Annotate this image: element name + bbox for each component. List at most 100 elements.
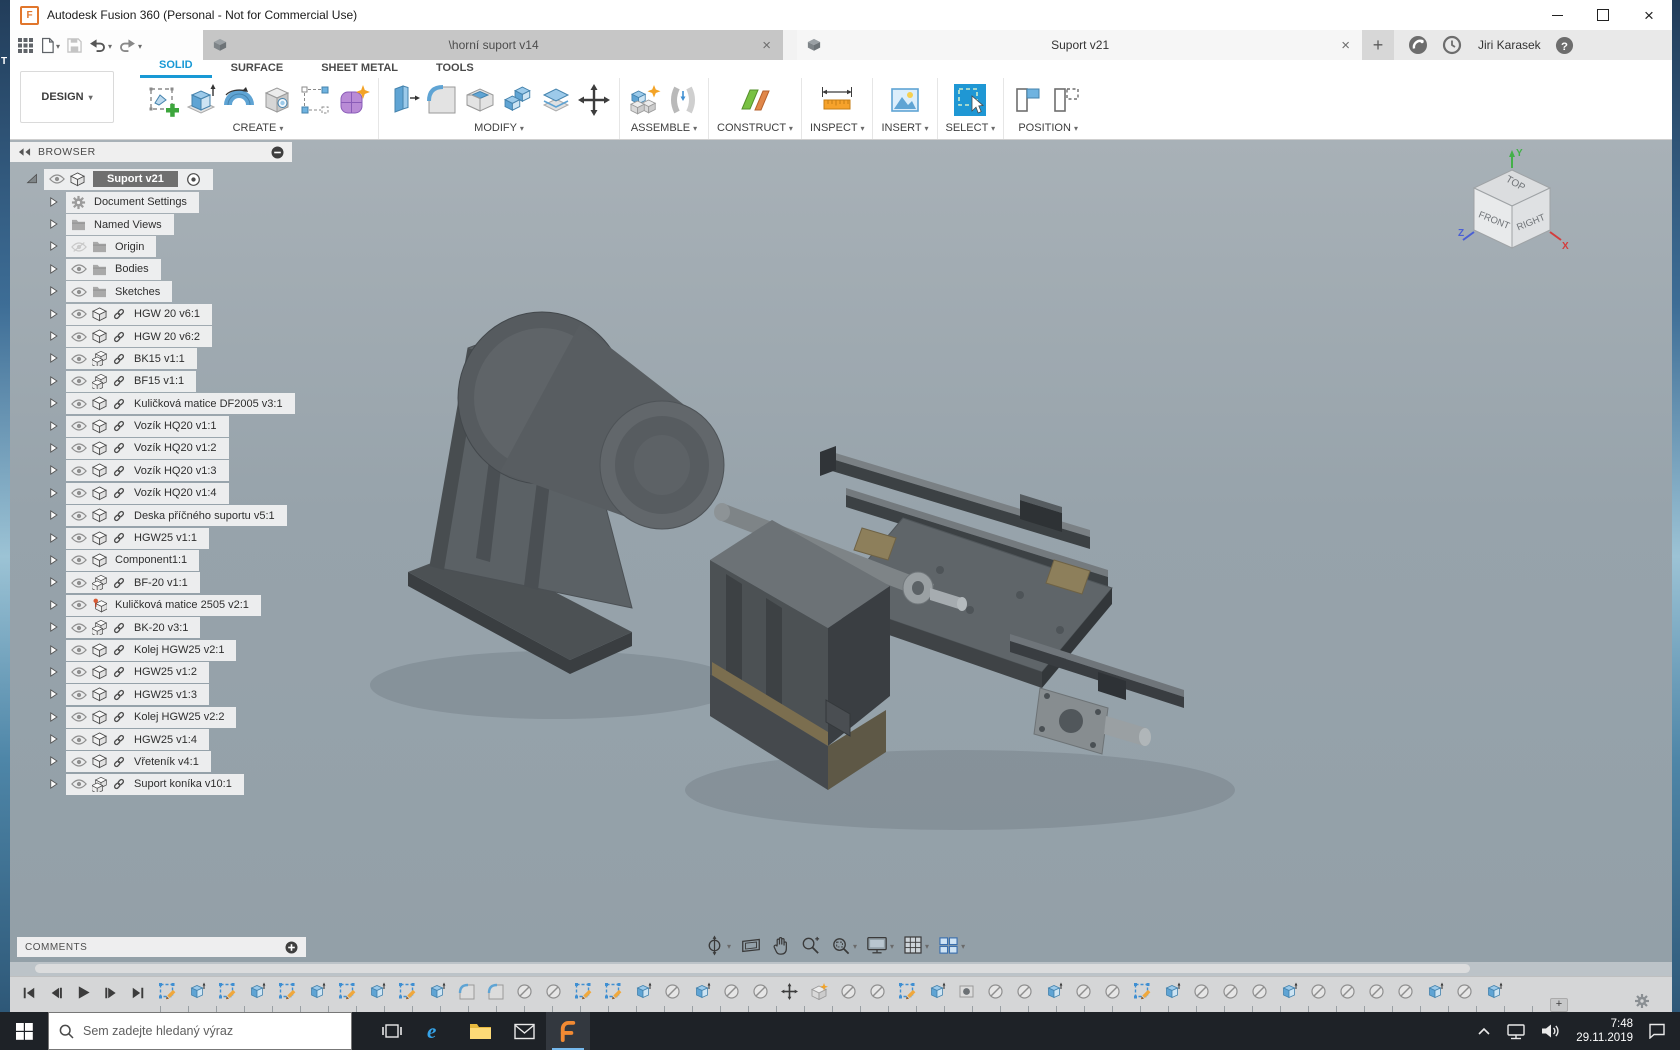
browser-item[interactable]: Sketches <box>10 281 292 303</box>
visibility-eye-icon[interactable] <box>71 442 87 454</box>
browser-item-label[interactable]: Kuličková matice DF2005 v3:1 <box>131 398 283 410</box>
timeline-joint-feature-icon[interactable] <box>840 983 857 1000</box>
expand-triangle-icon[interactable] <box>48 509 61 522</box>
expand-triangle-icon[interactable] <box>48 240 61 253</box>
timeline-sketch-feature-icon[interactable] <box>898 982 916 1000</box>
view-cube[interactable]: TOP FRONT RIGHT Y Z X <box>1457 144 1572 264</box>
edge-taskbar-button[interactable]: e <box>414 1012 458 1050</box>
r-measure-icon[interactable] <box>820 83 854 117</box>
browser-item[interactable]: Vozík HQ20 v1:4 <box>10 482 292 504</box>
timeline-joint-feature-icon[interactable] <box>1104 983 1121 1000</box>
grid-display-tool[interactable] <box>903 935 929 955</box>
expand-triangle-icon[interactable] <box>48 532 61 545</box>
timeline-extrude-feature-icon[interactable] <box>1163 982 1181 1000</box>
browser-item[interactable]: Origin <box>10 236 292 258</box>
expand-triangle-icon[interactable] <box>48 487 61 500</box>
lookat-tool[interactable] <box>740 935 762 955</box>
timeline-joint-feature-icon[interactable] <box>1310 983 1327 1000</box>
expand-triangle-icon[interactable] <box>48 733 61 746</box>
file-explorer-taskbar-button[interactable] <box>458 1012 502 1050</box>
timeline-sketch-feature-icon[interactable] <box>158 982 176 1000</box>
browser-item[interactable]: BK-20 v3:1 <box>10 616 292 638</box>
browser-item[interactable]: HGW 20 v6:1 <box>10 303 292 325</box>
timeline-extrude-feature-icon[interactable] <box>1485 982 1503 1000</box>
history-clock-icon[interactable] <box>1442 35 1462 55</box>
r-pattern-icon[interactable] <box>298 83 332 117</box>
expand-triangle-icon[interactable] <box>48 621 61 634</box>
ribbon-tab-surface[interactable]: SURFACE <box>212 62 303 78</box>
visibility-eye-icon[interactable] <box>71 644 87 656</box>
browser-item[interactable]: Bodies <box>10 258 292 280</box>
expand-triangle-icon[interactable] <box>48 330 61 343</box>
start-button[interactable] <box>0 1012 48 1050</box>
comments-bar[interactable]: COMMENTS <box>17 937 306 957</box>
collapse-panel-icon[interactable] <box>18 147 31 157</box>
expand-triangle-icon[interactable] <box>48 218 61 231</box>
browser-item-label[interactable]: Vozík HQ20 v1:2 <box>131 442 217 454</box>
browser-item[interactable]: Deska příčného suportu v5:1 <box>10 504 292 526</box>
timeline-sketch-feature-icon[interactable] <box>604 982 622 1000</box>
r-extrude-icon[interactable] <box>184 83 218 117</box>
zoom-tool[interactable] <box>800 935 821 956</box>
ribbon-group-label[interactable]: INSPECT <box>810 122 865 134</box>
expand-triangle-icon[interactable] <box>48 576 61 589</box>
browser-item[interactable]: Vřeteník v4:1 <box>10 751 292 773</box>
browser-item[interactable]: Vozík HQ20 v1:3 <box>10 460 292 482</box>
visibility-eye-icon[interactable] <box>71 666 87 678</box>
action-center-icon[interactable] <box>1648 1023 1666 1039</box>
network-icon[interactable] <box>1506 1023 1526 1040</box>
browser-item[interactable]: BK15 v1:1 <box>10 348 292 370</box>
r-joint-icon[interactable] <box>666 83 700 117</box>
timeline-zoom-plus-button[interactable]: + <box>1550 998 1568 1012</box>
timeline-joint-feature-icon[interactable] <box>752 983 769 1000</box>
document-tab-horni-suport[interactable]: \horní suport v14 × <box>203 30 783 60</box>
activate-component-radio[interactable] <box>186 172 201 187</box>
workspace-selector-design[interactable]: DESIGN <box>20 71 114 123</box>
ribbon-tab-solid[interactable]: SOLID <box>140 59 212 78</box>
ribbon-group-label[interactable]: SELECT <box>946 122 996 134</box>
browser-item[interactable]: Document Settings <box>10 191 292 213</box>
timeline-extrude-feature-icon[interactable] <box>1280 982 1298 1000</box>
timeline-joint-feature-icon[interactable] <box>545 983 562 1000</box>
timeline-joint-feature-icon[interactable] <box>1368 983 1385 1000</box>
browser-item-label[interactable]: HGW25 v1:4 <box>131 734 197 746</box>
visibility-eye-icon[interactable] <box>71 263 87 275</box>
ribbon-tab-tools[interactable]: TOOLS <box>417 62 493 78</box>
browser-item[interactable]: Vozík HQ20 v1:2 <box>10 437 292 459</box>
browser-item-label[interactable]: BK-20 v3:1 <box>131 622 188 634</box>
browser-item[interactable]: Vozík HQ20 v1:1 <box>10 415 292 437</box>
expand-triangle-icon[interactable] <box>48 263 61 276</box>
visibility-eye-icon[interactable] <box>71 510 87 522</box>
task-view-button[interactable] <box>370 1012 414 1050</box>
timeline-fillet-feature-icon[interactable] <box>458 983 475 1000</box>
r-hole-icon[interactable] <box>260 83 294 117</box>
browser-item-label[interactable]: Vozík HQ20 v1:3 <box>131 465 217 477</box>
browser-item[interactable]: BF-20 v1:1 <box>10 572 292 594</box>
browser-item-label[interactable]: BF-20 v1:1 <box>131 577 188 589</box>
orbit-tool[interactable] <box>704 935 731 956</box>
browser-item[interactable]: Kuličková matice DF2005 v3:1 <box>10 393 292 415</box>
browser-item-label[interactable]: HGW 20 v6:1 <box>131 308 200 320</box>
r-plane-icon[interactable] <box>738 83 772 117</box>
timeline-extrude-feature-icon[interactable] <box>248 982 266 1000</box>
timeline-extrude-feature-icon[interactable] <box>1426 982 1444 1000</box>
taskbar-search-box[interactable]: Sem zadejte hledaný výraz <box>48 1012 352 1050</box>
r-shell-icon[interactable] <box>463 83 497 117</box>
timeline-sketch-feature-icon[interactable] <box>338 982 356 1000</box>
visibility-eye-icon[interactable] <box>71 756 87 768</box>
visibility-eye-icon[interactable] <box>71 599 87 611</box>
timeline-settings-gear-icon[interactable] <box>1634 993 1650 1009</box>
expand-triangle-icon[interactable] <box>48 442 61 455</box>
expand-triangle-icon[interactable] <box>48 755 61 768</box>
browser-item-label[interactable]: Named Views <box>91 219 162 231</box>
r-revert-icon[interactable] <box>1050 83 1084 117</box>
timeline-scrollbar[interactable] <box>10 962 1672 976</box>
browser-item-label[interactable]: HGW 20 v6:2 <box>131 331 200 343</box>
ribbon-group-label[interactable]: POSITION <box>1018 122 1078 134</box>
visibility-eye-icon[interactable] <box>71 487 87 499</box>
taskbar-clock[interactable]: 7:48 29.11.2019 <box>1576 1017 1633 1045</box>
timeline-joint-feature-icon[interactable] <box>516 983 533 1000</box>
browser-item[interactable]: Kolej HGW25 v2:2 <box>10 706 292 728</box>
browser-item-label[interactable]: Kolej HGW25 v2:1 <box>131 644 224 656</box>
undo-button[interactable] <box>89 36 112 54</box>
